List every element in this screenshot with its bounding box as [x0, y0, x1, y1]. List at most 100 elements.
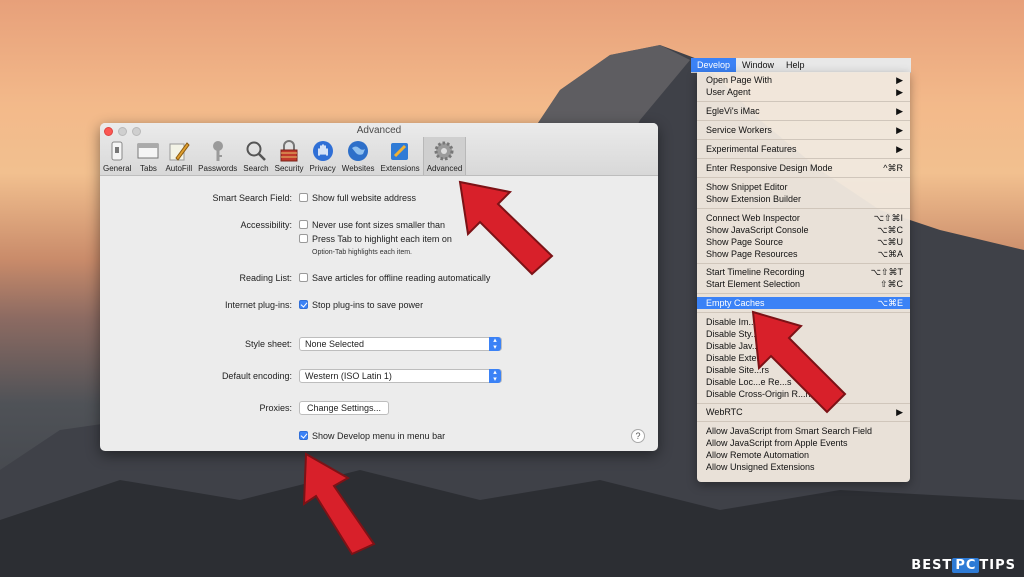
option-tab-note: Option-Tab highlights each item. [312, 249, 412, 256]
tab-privacy[interactable]: Privacy [307, 137, 339, 175]
chevron-updown-icon: ▴ ▾ [489, 337, 501, 351]
menu-separator [697, 208, 910, 209]
style-sheet-value: None Selected [305, 339, 365, 349]
menu-item-label: Start Timeline Recording [706, 267, 805, 277]
stop-plugins-label: Stop plug-ins to save power [312, 300, 424, 310]
menu-separator [697, 101, 910, 102]
menu-item-label: Enter Responsive Design Mode [706, 163, 833, 173]
submenu-arrow-icon: ▶ [896, 407, 903, 417]
menu-separator [697, 120, 910, 121]
tab-extensions[interactable]: Extensions [378, 137, 423, 175]
menu-separator [697, 293, 910, 294]
menu-separator [697, 263, 910, 264]
menu-item[interactable]: Show Page Resources ⌥⌘A [697, 248, 910, 260]
checkbox-box [299, 193, 308, 202]
app-menubar: Develop Window Help [691, 58, 911, 73]
site-logo: BEST PC TIPS [911, 558, 1016, 573]
menu-item[interactable]: Open Page With ▶ [697, 74, 910, 86]
tab-general-label: General [103, 164, 132, 173]
menu-shortcut: ⌥⇧⌘I [873, 213, 903, 223]
menu-develop[interactable]: Develop [691, 58, 737, 72]
menu-item[interactable]: Connect Web Inspector ⌥⇧⌘I [697, 212, 910, 224]
menu-item[interactable]: Allow Unsigned Extensions [697, 461, 910, 473]
menu-item[interactable]: Show Page Source ⌥⌘U [697, 236, 910, 248]
globe-icon [347, 140, 369, 162]
menu-item-label: Allow Unsigned Extensions [706, 462, 815, 472]
chevron-updown-icon: ▴ ▾ [489, 369, 501, 383]
key-icon [207, 140, 229, 162]
tab-security[interactable]: Security [272, 137, 307, 175]
menu-item-label: Experimental Features [706, 144, 797, 154]
menu-item[interactable]: Show Extension Builder [697, 193, 910, 205]
tab-passwords[interactable]: Passwords [195, 137, 240, 175]
menu-item-label: Show Page Resources [706, 249, 798, 259]
menu-item-label: Open Page With [706, 75, 773, 85]
show-full-address-checkbox[interactable]: Show full website address [299, 193, 416, 203]
tab-autofill[interactable]: AutoFill [162, 137, 195, 175]
preferences-toolbar: General Tabs AutoFill Passwords Search S… [100, 137, 467, 175]
hand-icon [312, 140, 334, 162]
change-settings-button[interactable]: Change Settings... [299, 401, 390, 415]
menu-item-label: Allow JavaScript from Smart Search Field [706, 426, 873, 436]
menu-item[interactable]: Show JavaScript Console ⌥⌘C [697, 224, 910, 236]
tab-privacy-label: Privacy [309, 164, 336, 173]
menu-item[interactable]: Start Element Selection ⇧⌘C [697, 278, 910, 290]
menu-item[interactable]: Experimental Features ▶ [697, 143, 910, 155]
menu-item-label: Show JavaScript Console [706, 225, 809, 235]
menu-item-label: Connect Web Inspector [706, 213, 800, 223]
menu-item-label: Start Element Selection [706, 279, 801, 289]
checkbox-box-checked [299, 431, 308, 440]
menu-window[interactable]: Window [736, 58, 780, 72]
menu-item[interactable]: Service Workers ▶ [697, 124, 910, 136]
tab-tabs[interactable]: Tabs [134, 137, 162, 175]
stop-plugins-checkbox[interactable]: Stop plug-ins to save power [299, 300, 423, 310]
tab-highlight-checkbox[interactable]: Press Tab to highlight each item on [299, 234, 452, 244]
menu-item[interactable]: Allow JavaScript from Apple Events [697, 437, 910, 449]
submenu-arrow-icon: ▶ [896, 75, 903, 85]
submenu-arrow-icon: ▶ [896, 125, 903, 135]
tab-highlight-label: Press Tab to highlight each item on [312, 234, 452, 244]
submenu-arrow-icon: ▶ [896, 87, 903, 97]
menu-item[interactable]: Allow JavaScript from Smart Search Field [697, 425, 910, 437]
menu-shortcut: ⌥⌘E [877, 298, 903, 308]
menu-item[interactable]: Allow Remote Automation [697, 449, 910, 461]
menu-item[interactable]: Start Timeline Recording ⌥⇧⌘T [697, 266, 910, 278]
tab-search[interactable]: Search [240, 137, 271, 175]
menu-separator [697, 158, 910, 159]
show-develop-menu-checkbox[interactable]: Show Develop menu in menu bar [299, 431, 445, 441]
menu-separator [697, 177, 910, 178]
menu-item[interactable]: Enter Responsive Design Mode ^⌘R [697, 162, 910, 174]
default-encoding-value: Western (ISO Latin 1) [305, 371, 392, 381]
menu-shortcut: ⇧⌘C [879, 279, 903, 289]
help-button[interactable]: ? [631, 429, 645, 443]
menu-shortcut: ^⌘R [883, 163, 903, 173]
menu-item-label: Show Extension Builder [706, 194, 802, 204]
develop-menu: Open Page With ▶ User Agent ▶ EgleVi's iMa… [697, 72, 910, 482]
tab-extensions-label: Extensions [380, 164, 420, 173]
puzzle-icon [389, 140, 411, 162]
menu-item-label: Service Workers [706, 125, 772, 135]
switch-icon [106, 140, 128, 162]
submenu-arrow-icon: ▶ [896, 144, 903, 154]
checkbox-box-checked [299, 300, 308, 309]
menu-item-label: Show Page Source [706, 237, 784, 247]
tab-general[interactable]: General [100, 137, 134, 175]
accessibility-label: Accessibility: [240, 220, 292, 230]
menu-item-label: Allow Remote Automation [706, 450, 810, 460]
menu-item[interactable]: EgleVi's iMac ▶ [697, 105, 910, 117]
menu-item[interactable]: User Agent ▶ [697, 86, 910, 98]
plugins-label: Internet plug-ins: [224, 300, 292, 310]
min-font-size-checkbox[interactable]: Never use font sizes smaller than [299, 220, 445, 230]
menu-item-label: WebRTC [706, 407, 743, 417]
reading-list-label: Reading List: [239, 273, 292, 283]
style-sheet-select[interactable]: None Selected ▴ ▾ [299, 337, 502, 351]
tab-passwords-label: Passwords [198, 164, 238, 173]
menu-help[interactable]: Help [780, 58, 811, 72]
style-sheet-label: Style sheet: [244, 339, 292, 349]
checkbox-box [299, 273, 308, 282]
default-encoding-select[interactable]: Western (ISO Latin 1) ▴ ▾ [299, 369, 502, 383]
show-develop-menu-label: Show Develop menu in menu bar [312, 431, 446, 441]
safari-preferences-window: Advanced General Tabs AutoFill Passwords… [100, 123, 658, 451]
menu-item[interactable]: Show Snippet Editor [697, 181, 910, 193]
tab-websites[interactable]: Websites [339, 137, 378, 175]
